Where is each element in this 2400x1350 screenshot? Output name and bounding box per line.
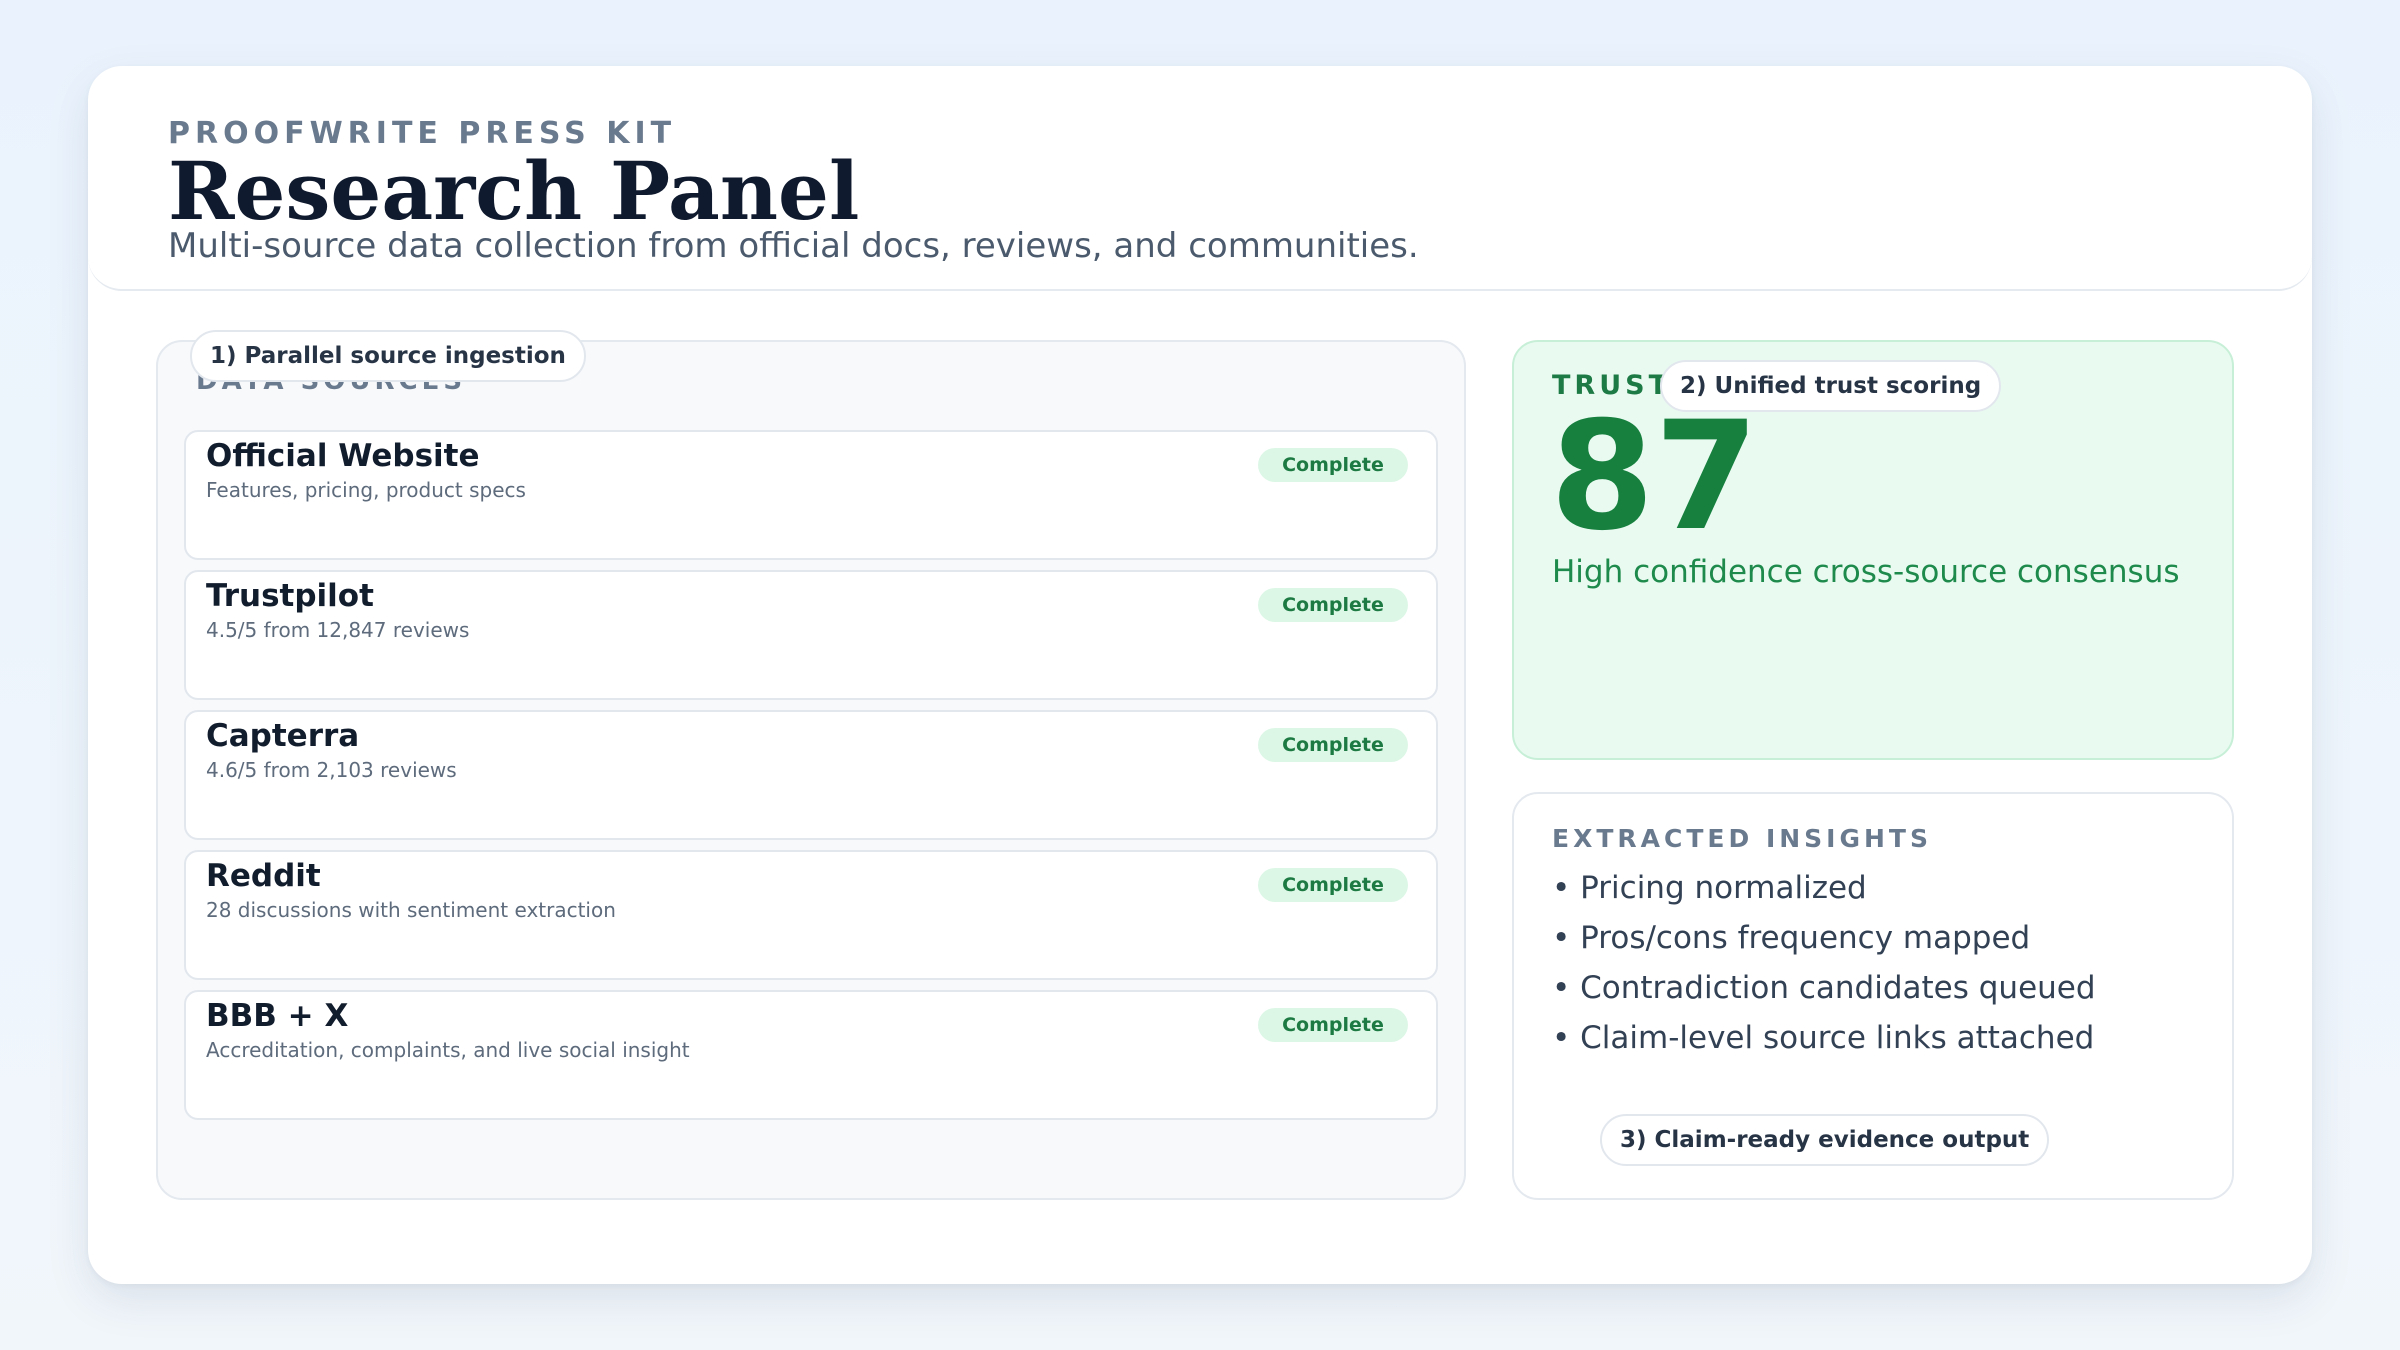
source-name: BBB + X — [206, 998, 349, 1034]
source-name: Official Website — [206, 438, 480, 474]
page-title: Research Panel — [168, 144, 860, 238]
header: PROOFWRITE PRESS KIT Research Panel Mult… — [88, 66, 2312, 291]
source-desc: Accreditation, complaints, and live soci… — [206, 1038, 690, 1062]
trust-panel: TRUST 2) Unified trust scoring 87 High c… — [1512, 340, 2234, 760]
status-badge: Complete — [1258, 728, 1408, 762]
status-badge: Complete — [1258, 1008, 1408, 1042]
press-kit-card: PROOFWRITE PRESS KIT Research Panel Mult… — [88, 66, 2312, 1284]
status-badge: Complete — [1258, 868, 1408, 902]
source-row-reddit[interactable]: Reddit 28 discussions with sentiment ext… — [184, 850, 1438, 980]
page-subtitle: Multi-source data collection from offici… — [168, 226, 1419, 266]
source-desc: 4.6/5 from 2,103 reviews — [206, 758, 457, 782]
trust-caption: High confidence cross-source consensus — [1552, 554, 2180, 590]
source-row-trustpilot[interactable]: Trustpilot 4.5/5 from 12,847 reviews Com… — [184, 570, 1438, 700]
insight-item: • Pros/cons frequency mapped — [1552, 920, 2031, 956]
insights-label: EXTRACTED INSIGHTS — [1552, 824, 1932, 853]
source-name: Trustpilot — [206, 578, 374, 614]
source-row-bbb-x[interactable]: BBB + X Accreditation, complaints, and l… — [184, 990, 1438, 1120]
insight-item: • Claim-level source links attached — [1552, 1020, 2095, 1056]
status-badge: Complete — [1258, 588, 1408, 622]
source-row-official-website[interactable]: Official Website Features, pricing, prod… — [184, 430, 1438, 560]
source-row-capterra[interactable]: Capterra 4.6/5 from 2,103 reviews Comple… — [184, 710, 1438, 840]
source-desc: 28 discussions with sentiment extraction — [206, 898, 616, 922]
step-pill-evidence-output: 3) Claim-ready evidence output — [1600, 1114, 2050, 1166]
trust-score: 87 — [1550, 390, 1759, 564]
source-desc: Features, pricing, product specs — [206, 478, 526, 502]
source-name: Reddit — [206, 858, 321, 894]
insight-item: • Pricing normalized — [1552, 870, 1867, 906]
source-desc: 4.5/5 from 12,847 reviews — [206, 618, 470, 642]
insight-item: • Contradiction candidates queued — [1552, 970, 2096, 1006]
data-sources-panel: DATA SOURCES 1) Parallel source ingestio… — [156, 330, 1466, 1200]
step-pill-ingestion: 1) Parallel source ingestion — [190, 330, 586, 382]
extracted-insights-panel: EXTRACTED INSIGHTS • Pricing normalized … — [1512, 792, 2234, 1200]
source-name: Capterra — [206, 718, 360, 754]
status-badge: Complete — [1258, 448, 1408, 482]
